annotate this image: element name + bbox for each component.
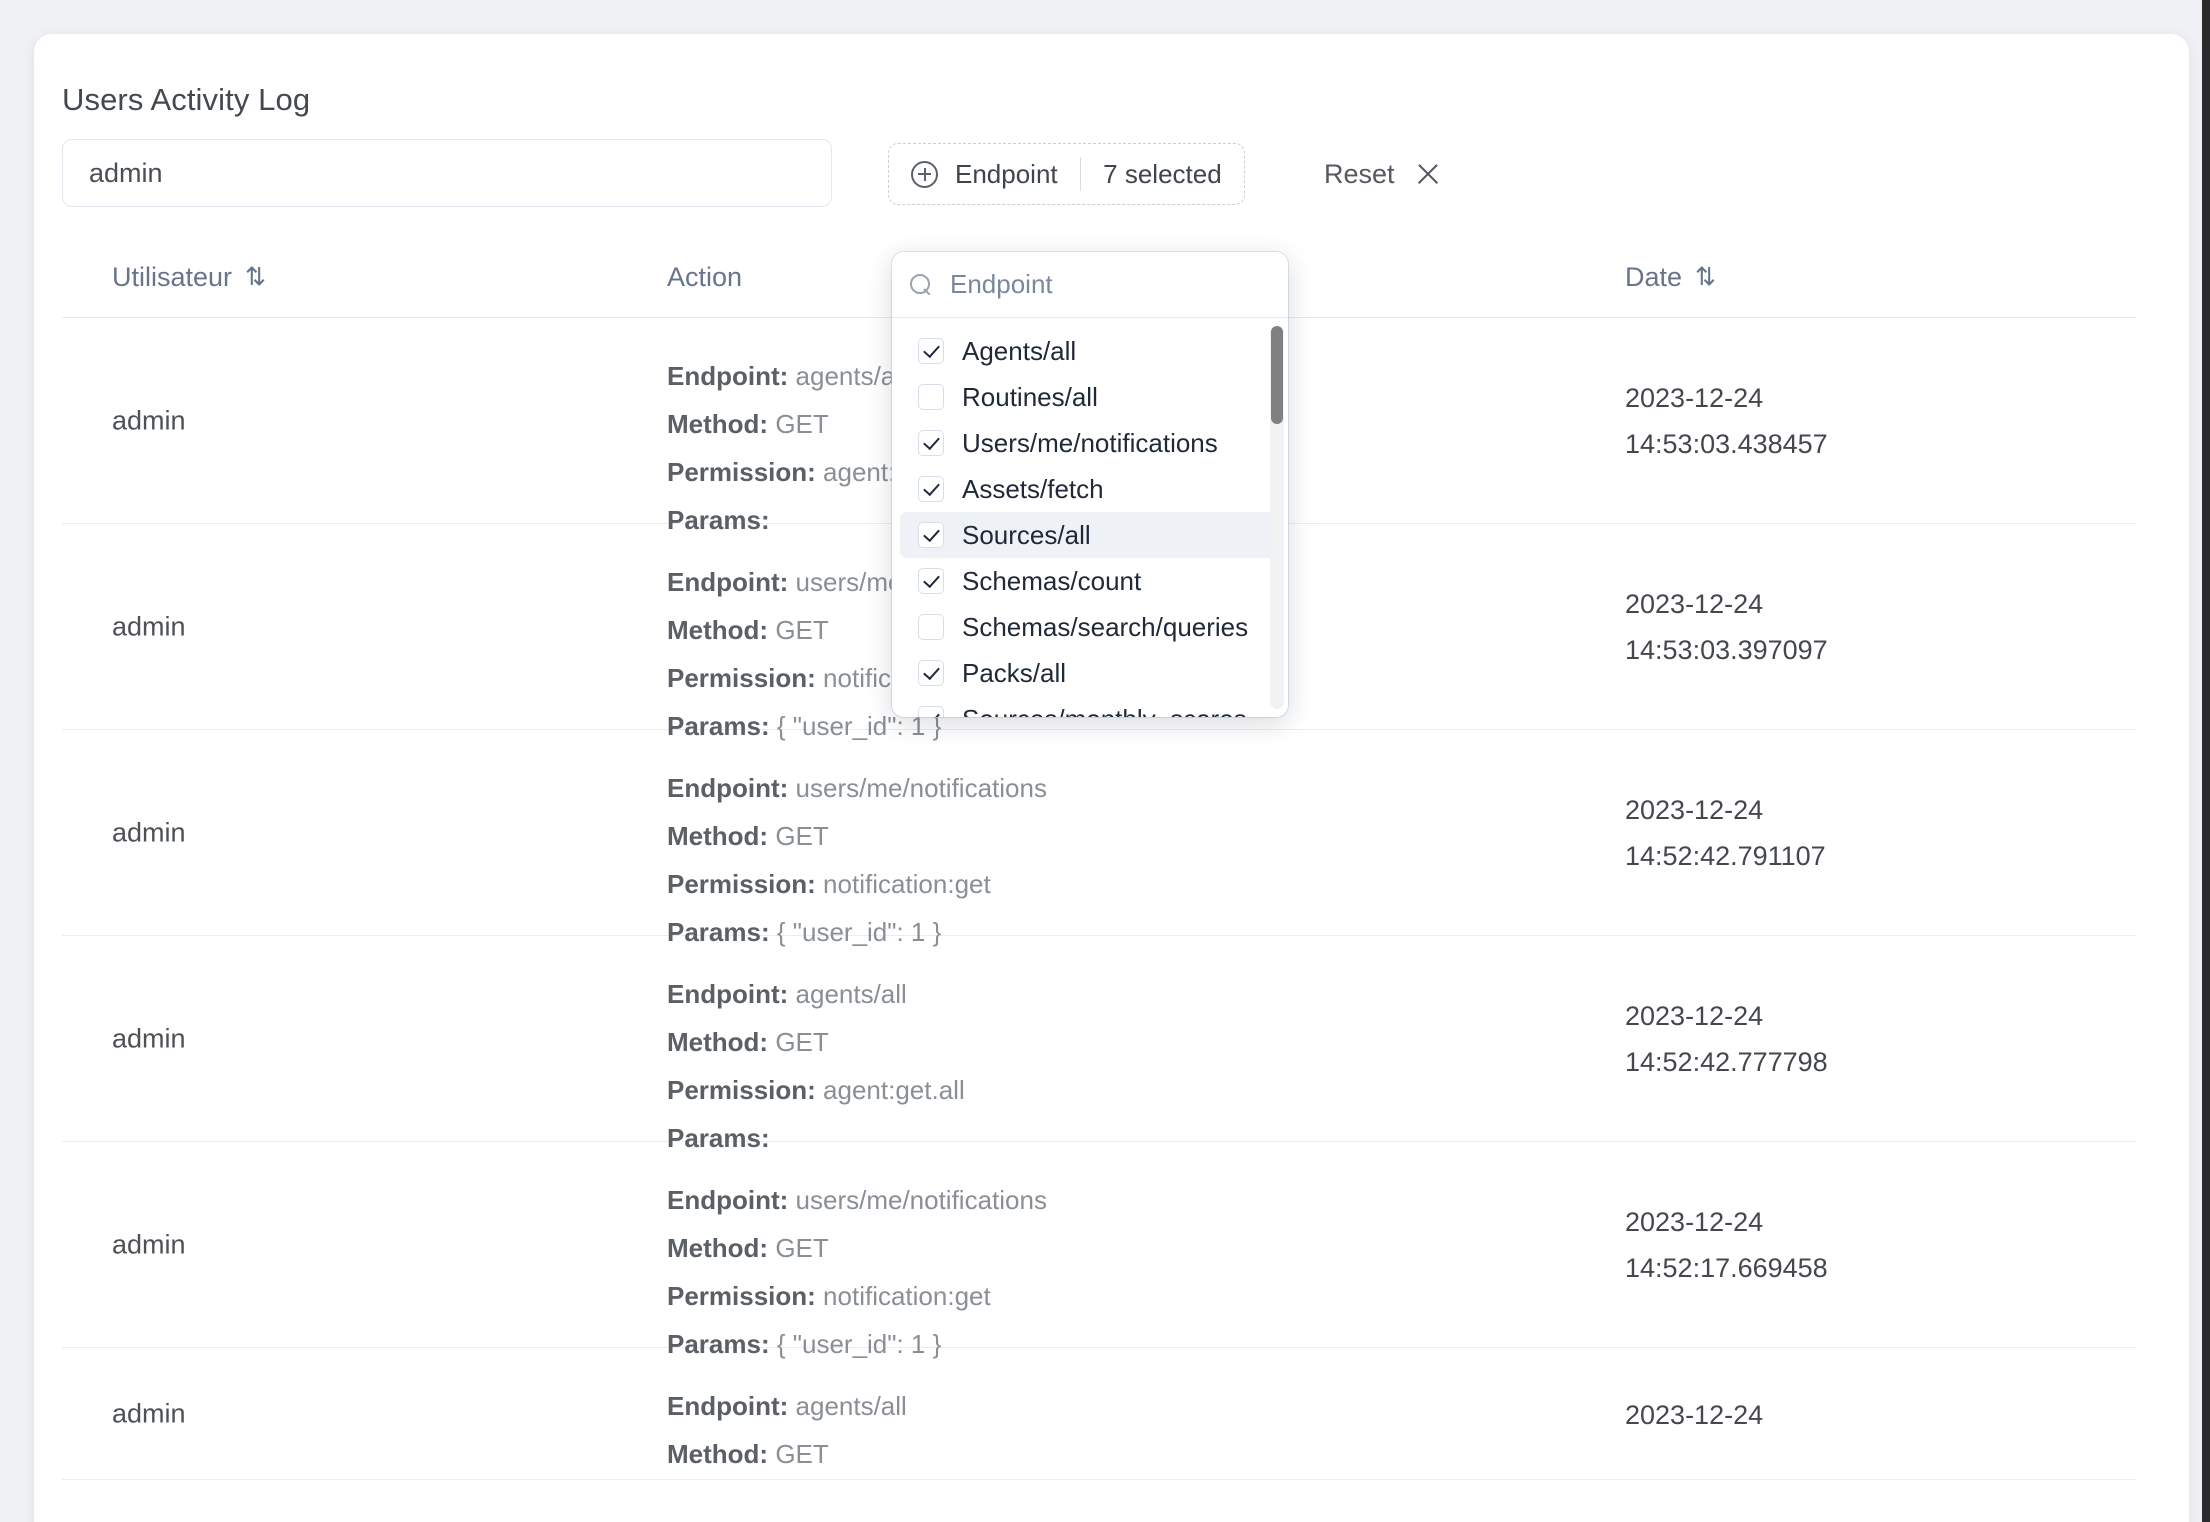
- cell-user: admin: [112, 1398, 186, 1428]
- endpoint-option-label: Assets/fetch: [962, 473, 1104, 504]
- cell-date: 2023-12-24 14:52:42.791107: [1625, 787, 1826, 879]
- date-value: 2023-12-24: [1625, 1206, 1764, 1237]
- endpoint-option-label: Schemas/search/queries: [962, 611, 1249, 642]
- endpoint-selected-count: 7 selected: [1103, 158, 1222, 189]
- time-value: 14:52:42.777798: [1625, 1046, 1828, 1077]
- cell-user: admin: [112, 1229, 186, 1259]
- time-value: 14:53:03.438457: [1625, 428, 1828, 459]
- cell-date: 2023-12-24 14:52:42.777798: [1625, 993, 1828, 1085]
- cell-user: admin: [112, 1023, 186, 1053]
- date-value: 2023-12-24: [1625, 1400, 1764, 1430]
- column-header-action-label: Action: [667, 262, 743, 292]
- cell-date: 2023-12-24 14:53:03.397097: [1625, 581, 1828, 673]
- checkbox-icon[interactable]: [918, 338, 944, 364]
- search-icon: [910, 273, 932, 296]
- endpoint-option-label: Users/me/notifications: [962, 427, 1218, 458]
- endpoint-filter-chip[interactable]: Endpoint 7 selected: [888, 143, 1245, 205]
- date-value: 2023-12-24: [1625, 588, 1764, 619]
- checkbox-icon[interactable]: [918, 568, 944, 594]
- checkbox-icon[interactable]: [918, 430, 944, 456]
- cell-date: 2023-12-24 14:52:17.669458: [1625, 1199, 1828, 1291]
- endpoint-filter-label: Endpoint: [955, 158, 1058, 189]
- action-detail-line: Permission: notification:get: [667, 869, 991, 899]
- close-x-icon[interactable]: [1415, 161, 1441, 187]
- sort-updown-icon[interactable]: ⇅: [245, 265, 266, 290]
- endpoint-option[interactable]: Sources/monthly_scores: [900, 696, 1280, 717]
- sort-updown-icon[interactable]: ⇅: [1695, 265, 1716, 290]
- cell-action: Endpoint: agents/all Method: GET: [667, 1382, 1547, 1478]
- table-row[interactable]: admin Endpoint: users/me/notifications Met…: [62, 730, 2136, 947]
- action-detail-line: Method: GET: [667, 1233, 829, 1263]
- table-row[interactable]: admin Endpoint: users/me/notifications Met…: [62, 1142, 2136, 1359]
- endpoint-option[interactable]: Routines/all: [900, 374, 1280, 420]
- time-value: 14:53:03.397097: [1625, 634, 1828, 665]
- endpoint-search-input[interactable]: [950, 269, 1270, 300]
- action-detail-line: Permission: notification:get: [667, 1281, 991, 1311]
- checkbox-icon[interactable]: [918, 706, 944, 717]
- action-detail-line: Permission: agent:get.all: [667, 1075, 965, 1105]
- cell-date: 2023-12-24 14:53:03.438457: [1625, 375, 1828, 467]
- table-row[interactable]: admin Endpoint: agents/all Method: GET 2023…: [62, 1348, 2136, 1480]
- checkbox-icon[interactable]: [918, 476, 944, 502]
- action-detail-line: Endpoint: agents/all: [667, 979, 907, 1009]
- table-row[interactable]: admin Endpoint: agents/all Method: GET Perm…: [62, 936, 2136, 1153]
- endpoint-option-list: Agents/all Routines/all Users/me/notificat…: [892, 318, 1288, 717]
- page-root: Users Activity Log Endpoint 7 selected R…: [0, 0, 2210, 1522]
- endpoint-option[interactable]: Agents/all: [900, 328, 1280, 374]
- toolbar: Endpoint 7 selected Reset: [62, 139, 2122, 211]
- date-value: 2023-12-24: [1625, 382, 1764, 413]
- plus-circle-icon: [911, 160, 938, 188]
- column-header-date-label: Date: [1625, 262, 1683, 292]
- column-header-action: Action: [667, 262, 742, 293]
- column-header-utilisateur-label: Utilisateur: [112, 262, 233, 292]
- page-title: Users Activity Log: [62, 82, 311, 117]
- endpoint-option[interactable]: Sources/all: [900, 512, 1280, 558]
- endpoint-option[interactable]: Assets/fetch: [900, 466, 1280, 512]
- date-value: 2023-12-24: [1625, 1000, 1764, 1031]
- cell-date: 2023-12-24: [1625, 1392, 1763, 1438]
- dropdown-scrollbar-thumb[interactable]: [1271, 326, 1283, 424]
- action-detail-line: Method: GET: [667, 1027, 829, 1057]
- chip-divider: [1079, 157, 1082, 191]
- endpoint-option-label: Agents/all: [962, 335, 1077, 366]
- user-search-input[interactable]: [62, 139, 832, 207]
- checkbox-icon[interactable]: [918, 614, 944, 640]
- activity-log-card: Users Activity Log Endpoint 7 selected R…: [34, 34, 2189, 1522]
- endpoint-option-label: Schemas/count: [962, 565, 1142, 596]
- reset-button[interactable]: Reset: [1324, 147, 1441, 201]
- dropdown-scrollbar-track[interactable]: [1270, 326, 1284, 709]
- browser-scrollbar[interactable]: [2202, 0, 2210, 1522]
- cell-action: Endpoint: users/me/notifications Method: …: [667, 764, 1547, 956]
- endpoint-option-label: Packs/all: [962, 657, 1067, 688]
- action-detail-line: Method: GET: [667, 821, 829, 851]
- dropdown-search-row: [892, 252, 1288, 318]
- cell-user: admin: [112, 817, 186, 847]
- checkbox-icon[interactable]: [918, 522, 944, 548]
- endpoint-option-label: Sources/all: [962, 519, 1091, 550]
- column-header-utilisateur[interactable]: Utilisateur ⇅: [112, 262, 266, 293]
- reset-label: Reset: [1324, 158, 1395, 189]
- time-value: 14:52:17.669458: [1625, 1252, 1828, 1283]
- cell-user: admin: [112, 405, 186, 435]
- action-detail-line: Method: GET: [667, 1439, 829, 1469]
- endpoint-option-label: Routines/all: [962, 381, 1098, 412]
- date-value: 2023-12-24: [1625, 794, 1764, 825]
- cell-user: admin: [112, 611, 186, 641]
- time-value: 14:52:42.791107: [1625, 840, 1826, 871]
- action-detail-line: Endpoint: users/me/notifications: [667, 1185, 1047, 1215]
- endpoint-option[interactable]: Schemas/count: [900, 558, 1280, 604]
- endpoint-dropdown-panel: Agents/all Routines/all Users/me/notificat…: [892, 252, 1288, 717]
- action-detail-line: Endpoint: users/me/notifications: [667, 773, 1047, 803]
- cell-action: Endpoint: users/me/notifications Method: …: [667, 1176, 1547, 1368]
- column-header-date[interactable]: Date ⇅: [1625, 262, 1716, 293]
- endpoint-options-container: Agents/all Routines/all Users/me/notificat…: [892, 328, 1288, 717]
- endpoint-option-label: Sources/monthly_scores: [962, 704, 1247, 718]
- cell-action: Endpoint: agents/all Method: GET Permissio…: [667, 970, 1547, 1162]
- action-detail-line: Endpoint: agents/all: [667, 1391, 907, 1421]
- checkbox-icon[interactable]: [918, 384, 944, 410]
- endpoint-option[interactable]: Schemas/search/queries: [900, 604, 1280, 650]
- checkbox-icon[interactable]: [918, 660, 944, 686]
- endpoint-option[interactable]: Users/me/notifications: [900, 420, 1280, 466]
- endpoint-option[interactable]: Packs/all: [900, 650, 1280, 696]
